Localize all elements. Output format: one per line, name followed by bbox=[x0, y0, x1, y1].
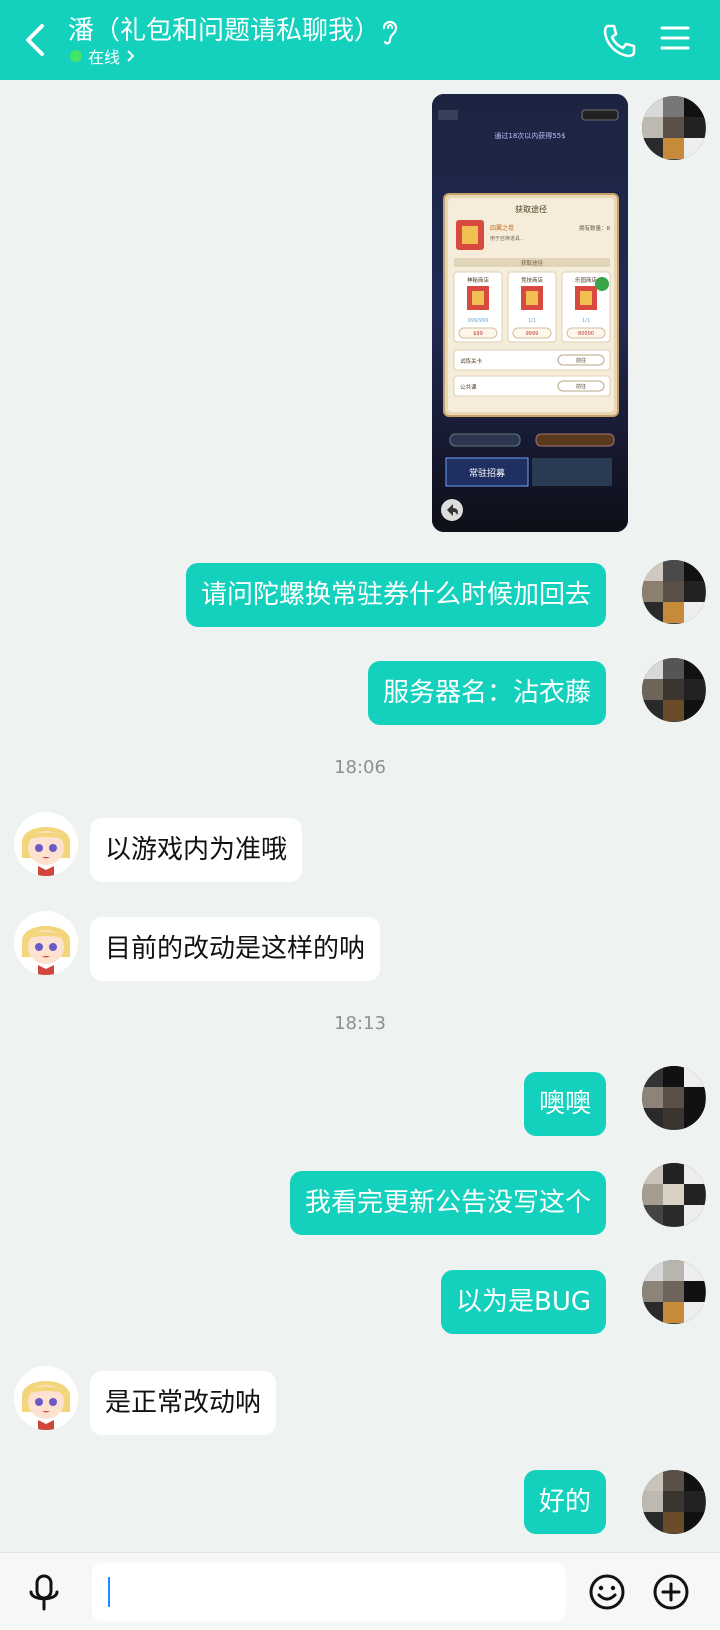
shot-dialog-title: 获取途径 bbox=[515, 204, 547, 214]
chat-title[interactable]: 潘（礼包和问题请私聊我） bbox=[68, 10, 380, 47]
shop-card: 竞技商店 1/1 9999 bbox=[507, 271, 557, 343]
game-screenshot-image: 通过18次以内获得55$ 获取途径 四翼之卷 用于召唤道具.. 拥有数量：8 获… bbox=[432, 94, 628, 532]
shot-section: 获取途径 bbox=[521, 259, 544, 267]
self-avatar[interactable] bbox=[642, 560, 706, 624]
shot-item-name: 四翼之卷 bbox=[490, 224, 514, 232]
text-caret bbox=[108, 1577, 110, 1607]
self-avatar[interactable] bbox=[642, 1470, 706, 1534]
plus-icon[interactable] bbox=[652, 1573, 690, 1611]
bot-avatar[interactable] bbox=[14, 911, 78, 975]
svg-text:乐园商店: 乐园商店 bbox=[575, 276, 598, 284]
incoming-message[interactable]: 目前的改动是这样的呐 bbox=[90, 917, 381, 981]
shot-item-desc: 用于召唤道具.. bbox=[490, 235, 524, 242]
bot-avatar[interactable] bbox=[14, 1366, 78, 1430]
self-avatar[interactable] bbox=[642, 1066, 706, 1130]
timestamp: 18:06 bbox=[334, 757, 386, 778]
ear-icon[interactable] bbox=[378, 16, 402, 46]
mic-icon[interactable] bbox=[26, 1573, 62, 1613]
outgoing-message[interactable]: 服务器名：沾衣藤 bbox=[367, 661, 606, 725]
input-bar bbox=[0, 1552, 720, 1630]
outgoing-message[interactable]: 以为是BUG bbox=[440, 1270, 606, 1334]
shop-card: 乐园商店 1/1 80000 bbox=[561, 271, 611, 343]
outgoing-message[interactable]: 好的 bbox=[523, 1470, 606, 1534]
chevron-right-icon bbox=[127, 50, 135, 62]
timestamp: 18:13 bbox=[334, 1013, 386, 1034]
outgoing-message[interactable]: 噢噢 bbox=[523, 1072, 606, 1136]
shop-card: 神秘商店 999/999 $99 bbox=[453, 271, 503, 343]
shot-top-text: 通过18次以内获得55$ bbox=[494, 131, 565, 140]
self-avatar[interactable] bbox=[642, 1260, 706, 1324]
svg-text:$99: $99 bbox=[473, 331, 483, 337]
message-input[interactable] bbox=[92, 1563, 566, 1621]
image-message[interactable]: 通过18次以内获得55$ 获取途径 四翼之卷 用于召唤道具.. 拥有数量：8 获… bbox=[432, 94, 628, 532]
svg-text:999/999: 999/999 bbox=[468, 318, 489, 324]
svg-text:公共课: 公共课 bbox=[460, 383, 477, 391]
self-avatar[interactable] bbox=[642, 1163, 706, 1227]
online-status[interactable]: 在线 bbox=[70, 44, 136, 68]
svg-text:前往: 前往 bbox=[576, 383, 586, 390]
svg-text:前往: 前往 bbox=[576, 357, 586, 364]
shot-banner: 常驻招募 bbox=[469, 467, 505, 479]
chat-header: 潘（礼包和问题请私聊我） 在线 bbox=[0, 0, 720, 80]
svg-text:竞技商店: 竞技商店 bbox=[521, 276, 544, 284]
outgoing-message[interactable]: 请问陀螺换常驻券什么时候加回去 bbox=[185, 563, 606, 627]
svg-text:9999: 9999 bbox=[526, 331, 539, 337]
back-icon[interactable] bbox=[18, 20, 54, 60]
emoji-icon[interactable] bbox=[588, 1573, 626, 1611]
status-label: 在线 bbox=[88, 48, 121, 67]
incoming-message[interactable]: 是正常改动呐 bbox=[90, 1371, 277, 1435]
svg-text:试炼关卡: 试炼关卡 bbox=[460, 357, 483, 365]
shot-owned: 拥有数量：8 bbox=[579, 224, 611, 232]
bot-avatar[interactable] bbox=[14, 812, 78, 876]
outgoing-message[interactable]: 我看完更新公告没写这个 bbox=[289, 1171, 606, 1235]
menu-icon[interactable] bbox=[660, 22, 690, 54]
svg-text:1/1: 1/1 bbox=[528, 318, 536, 324]
self-avatar[interactable] bbox=[642, 96, 706, 160]
incoming-message[interactable]: 以游戏内为准哦 bbox=[90, 818, 303, 882]
online-dot-icon bbox=[70, 50, 82, 62]
svg-text:神秘商店: 神秘商店 bbox=[467, 276, 490, 284]
self-avatar[interactable] bbox=[642, 658, 706, 722]
svg-text:80000: 80000 bbox=[578, 331, 594, 337]
phone-icon[interactable] bbox=[600, 20, 636, 60]
svg-text:1/1: 1/1 bbox=[582, 318, 590, 324]
